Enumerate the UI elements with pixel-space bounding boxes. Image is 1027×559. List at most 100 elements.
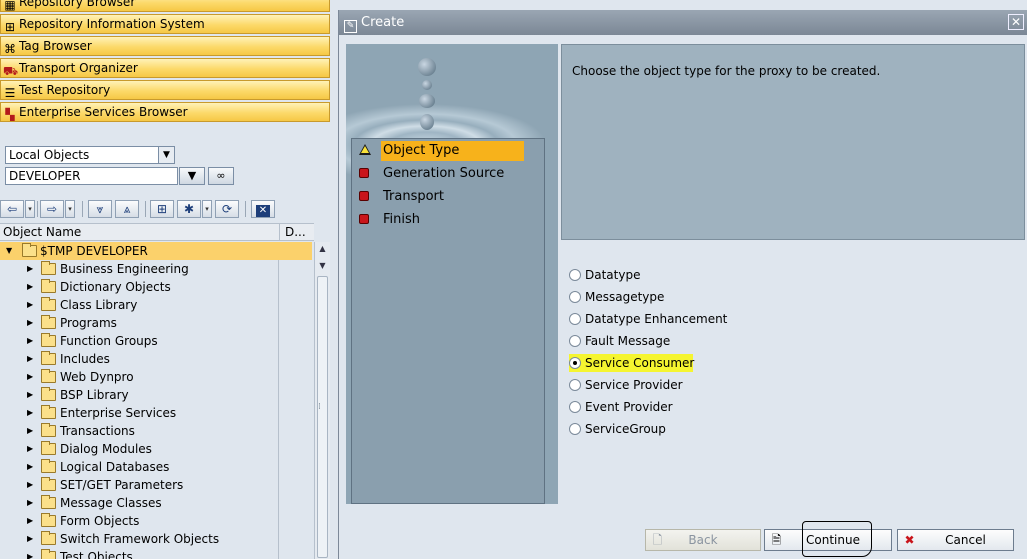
display-button[interactable]: ∞ xyxy=(208,167,234,185)
folder-icon xyxy=(41,495,56,509)
nav-test-repository[interactable]: ☰ Test Repository xyxy=(0,80,330,100)
collapsed-triangle-icon[interactable]: ▶ xyxy=(27,296,35,314)
close-tree-button[interactable]: ✕ xyxy=(251,200,275,218)
hierarchy-button[interactable]: ⊞ xyxy=(150,200,174,218)
expand-all-button[interactable]: ⩔ xyxy=(88,200,112,218)
column-description[interactable]: D... xyxy=(279,224,314,241)
nav-repository-browser[interactable]: ▦ Repository Browser xyxy=(0,0,330,12)
radio-button-icon[interactable] xyxy=(569,335,581,347)
nav-enterprise-services-browser[interactable]: ▚ Enterprise Services Browser xyxy=(0,102,330,122)
expanded-triangle-icon[interactable]: ▼ xyxy=(6,242,14,260)
tree-item[interactable]: ▶ Switch Framework Objects xyxy=(0,530,314,548)
nav-tag-browser[interactable]: ⌘ Tag Browser xyxy=(0,36,330,56)
tree-item[interactable]: ▶ Programs xyxy=(0,314,314,332)
collapsed-triangle-icon[interactable]: ▶ xyxy=(27,458,35,476)
back-menu-button[interactable]: ▾ xyxy=(25,200,35,218)
object-list-select[interactable]: Local Objects ▼ xyxy=(5,146,175,164)
collapsed-triangle-icon[interactable]: ▶ xyxy=(27,440,35,458)
error-status-icon xyxy=(359,168,369,178)
scroll-up-icon[interactable]: ▲ xyxy=(315,242,330,256)
tree-item[interactable]: ▶ Form Objects xyxy=(0,512,314,530)
forward-menu-button[interactable]: ▾ xyxy=(65,200,75,218)
refresh-button[interactable]: ⟳ xyxy=(215,200,239,218)
test-icon: ☰ xyxy=(4,86,16,100)
column-object-name[interactable]: Object Name xyxy=(3,225,81,239)
chevron-down-icon[interactable]: ▼ xyxy=(158,147,174,163)
radio-button-icon[interactable] xyxy=(569,313,581,325)
nav-repository-information-system[interactable]: ⊞ Repository Information System xyxy=(0,14,330,34)
collapse-all-button[interactable]: ⩓ xyxy=(115,200,139,218)
folder-icon xyxy=(41,297,56,311)
collapsed-triangle-icon[interactable]: ▶ xyxy=(27,512,35,530)
tree-item[interactable]: ▶ Transactions xyxy=(0,422,314,440)
radio-button-icon[interactable] xyxy=(569,401,581,413)
repository-icon: ▦ xyxy=(4,0,16,12)
scroll-thumb[interactable] xyxy=(317,276,328,558)
tree-item[interactable]: ▶ Dialog Modules xyxy=(0,440,314,458)
settings-menu-button[interactable]: ▾ xyxy=(202,200,212,218)
collapsed-triangle-icon[interactable]: ▶ xyxy=(27,278,35,296)
tree-item[interactable]: ▶ Logical Databases xyxy=(0,458,314,476)
tree-item[interactable]: ▶ Enterprise Services xyxy=(0,404,314,422)
nav-transport-organizer[interactable]: ⛟Transport Organizer xyxy=(0,58,330,78)
tree-item[interactable]: ▶ Web Dynpro xyxy=(0,368,314,386)
tree-item[interactable]: ▶ Includes xyxy=(0,350,314,368)
object-tree: ▼ $TMP DEVELOPER ▶ Business Engineering ▶ D… xyxy=(0,242,314,559)
collapsed-triangle-icon[interactable]: ▶ xyxy=(27,314,35,332)
user-dropdown-button[interactable]: ▼ xyxy=(179,167,205,185)
collapsed-triangle-icon[interactable]: ▶ xyxy=(27,332,35,350)
tree-scrollbar[interactable]: ▲ ▼ ⁞ xyxy=(314,242,330,559)
radio-button-icon[interactable] xyxy=(569,357,581,369)
chevron-down-icon: ▾ xyxy=(28,205,32,213)
scroll-down-icon[interactable]: ▼ xyxy=(315,259,330,273)
collapsed-triangle-icon[interactable]: ▶ xyxy=(27,548,35,559)
wizard-step: Generation Source xyxy=(354,164,542,184)
folder-icon xyxy=(41,549,56,559)
cancel-button[interactable]: ✖ Cancel xyxy=(897,529,1014,551)
collapsed-triangle-icon[interactable]: ▶ xyxy=(27,350,35,368)
radio-button-icon[interactable] xyxy=(569,423,581,435)
collapsed-triangle-icon[interactable]: ▶ xyxy=(27,476,35,494)
folder-icon xyxy=(41,405,56,419)
radio-button-icon[interactable] xyxy=(569,291,581,303)
tree-item[interactable]: ▶ Dictionary Objects xyxy=(0,278,314,296)
tree-item[interactable]: ▶ Function Groups xyxy=(0,332,314,350)
collapsed-triangle-icon[interactable]: ▶ xyxy=(27,404,35,422)
hierarchy-icon: ⊞ xyxy=(4,20,16,34)
close-icon: ✕ xyxy=(256,205,270,217)
radio-button-icon[interactable] xyxy=(569,379,581,391)
truck-icon: ⛟ xyxy=(3,64,19,78)
folder-icon xyxy=(41,513,56,527)
forward-arrow-button[interactable]: ⇨ xyxy=(40,200,64,218)
tree-item[interactable]: ▶ Message Classes xyxy=(0,494,314,512)
water-drop-icon xyxy=(418,58,436,76)
tree-item[interactable]: ▶ Class Library xyxy=(0,296,314,314)
tree-root[interactable]: ▼ $TMP DEVELOPER xyxy=(0,242,312,260)
toolbar-divider xyxy=(37,201,38,217)
wizard-step: Object Type xyxy=(354,141,542,161)
collapsed-triangle-icon[interactable]: ▶ xyxy=(27,386,35,404)
tree-item[interactable]: ▶ BSP Library xyxy=(0,386,314,404)
radio-button-icon[interactable] xyxy=(569,269,581,281)
dialog-close-button[interactable]: ✕ xyxy=(1008,14,1024,30)
tree-item[interactable]: ▶ Business Engineering xyxy=(0,260,314,278)
back-button[interactable]: 🗋 Back xyxy=(645,529,761,551)
tree-item[interactable]: ▶ Test Objects xyxy=(0,548,314,559)
back-arrow-button[interactable]: ⇦ xyxy=(0,200,24,218)
collapsed-triangle-icon[interactable]: ▶ xyxy=(27,422,35,440)
close-icon: ✕ xyxy=(1010,15,1022,29)
collapsed-triangle-icon[interactable]: ▶ xyxy=(27,494,35,512)
tree-toolbar: ⇦ ▾ ⇨ ▾ ⩔ ⩓ ⊞ ✱ ▾ ⟳ ✕ xyxy=(0,198,280,220)
dialog-titlebar[interactable]: ✎ Create ✕ xyxy=(339,10,1027,35)
tree-item[interactable]: ▶ SET/GET Parameters xyxy=(0,476,314,494)
glasses-icon: ∞ xyxy=(216,169,226,182)
settings-button[interactable]: ✱ xyxy=(177,200,201,218)
grip-icon: ⁞ xyxy=(318,402,321,412)
collapsed-triangle-icon[interactable]: ▶ xyxy=(27,368,35,386)
message-area: Choose the object type for the proxy to … xyxy=(561,44,1025,240)
user-input[interactable]: DEVELOPER xyxy=(5,167,178,185)
collapsed-triangle-icon[interactable]: ▶ xyxy=(27,260,35,278)
create-dialog: ✎ Create ✕ Object Type Generation Source Tr… xyxy=(338,10,1027,559)
radio-option[interactable]: Service Consumer xyxy=(569,354,694,372)
collapsed-triangle-icon[interactable]: ▶ xyxy=(27,530,35,548)
